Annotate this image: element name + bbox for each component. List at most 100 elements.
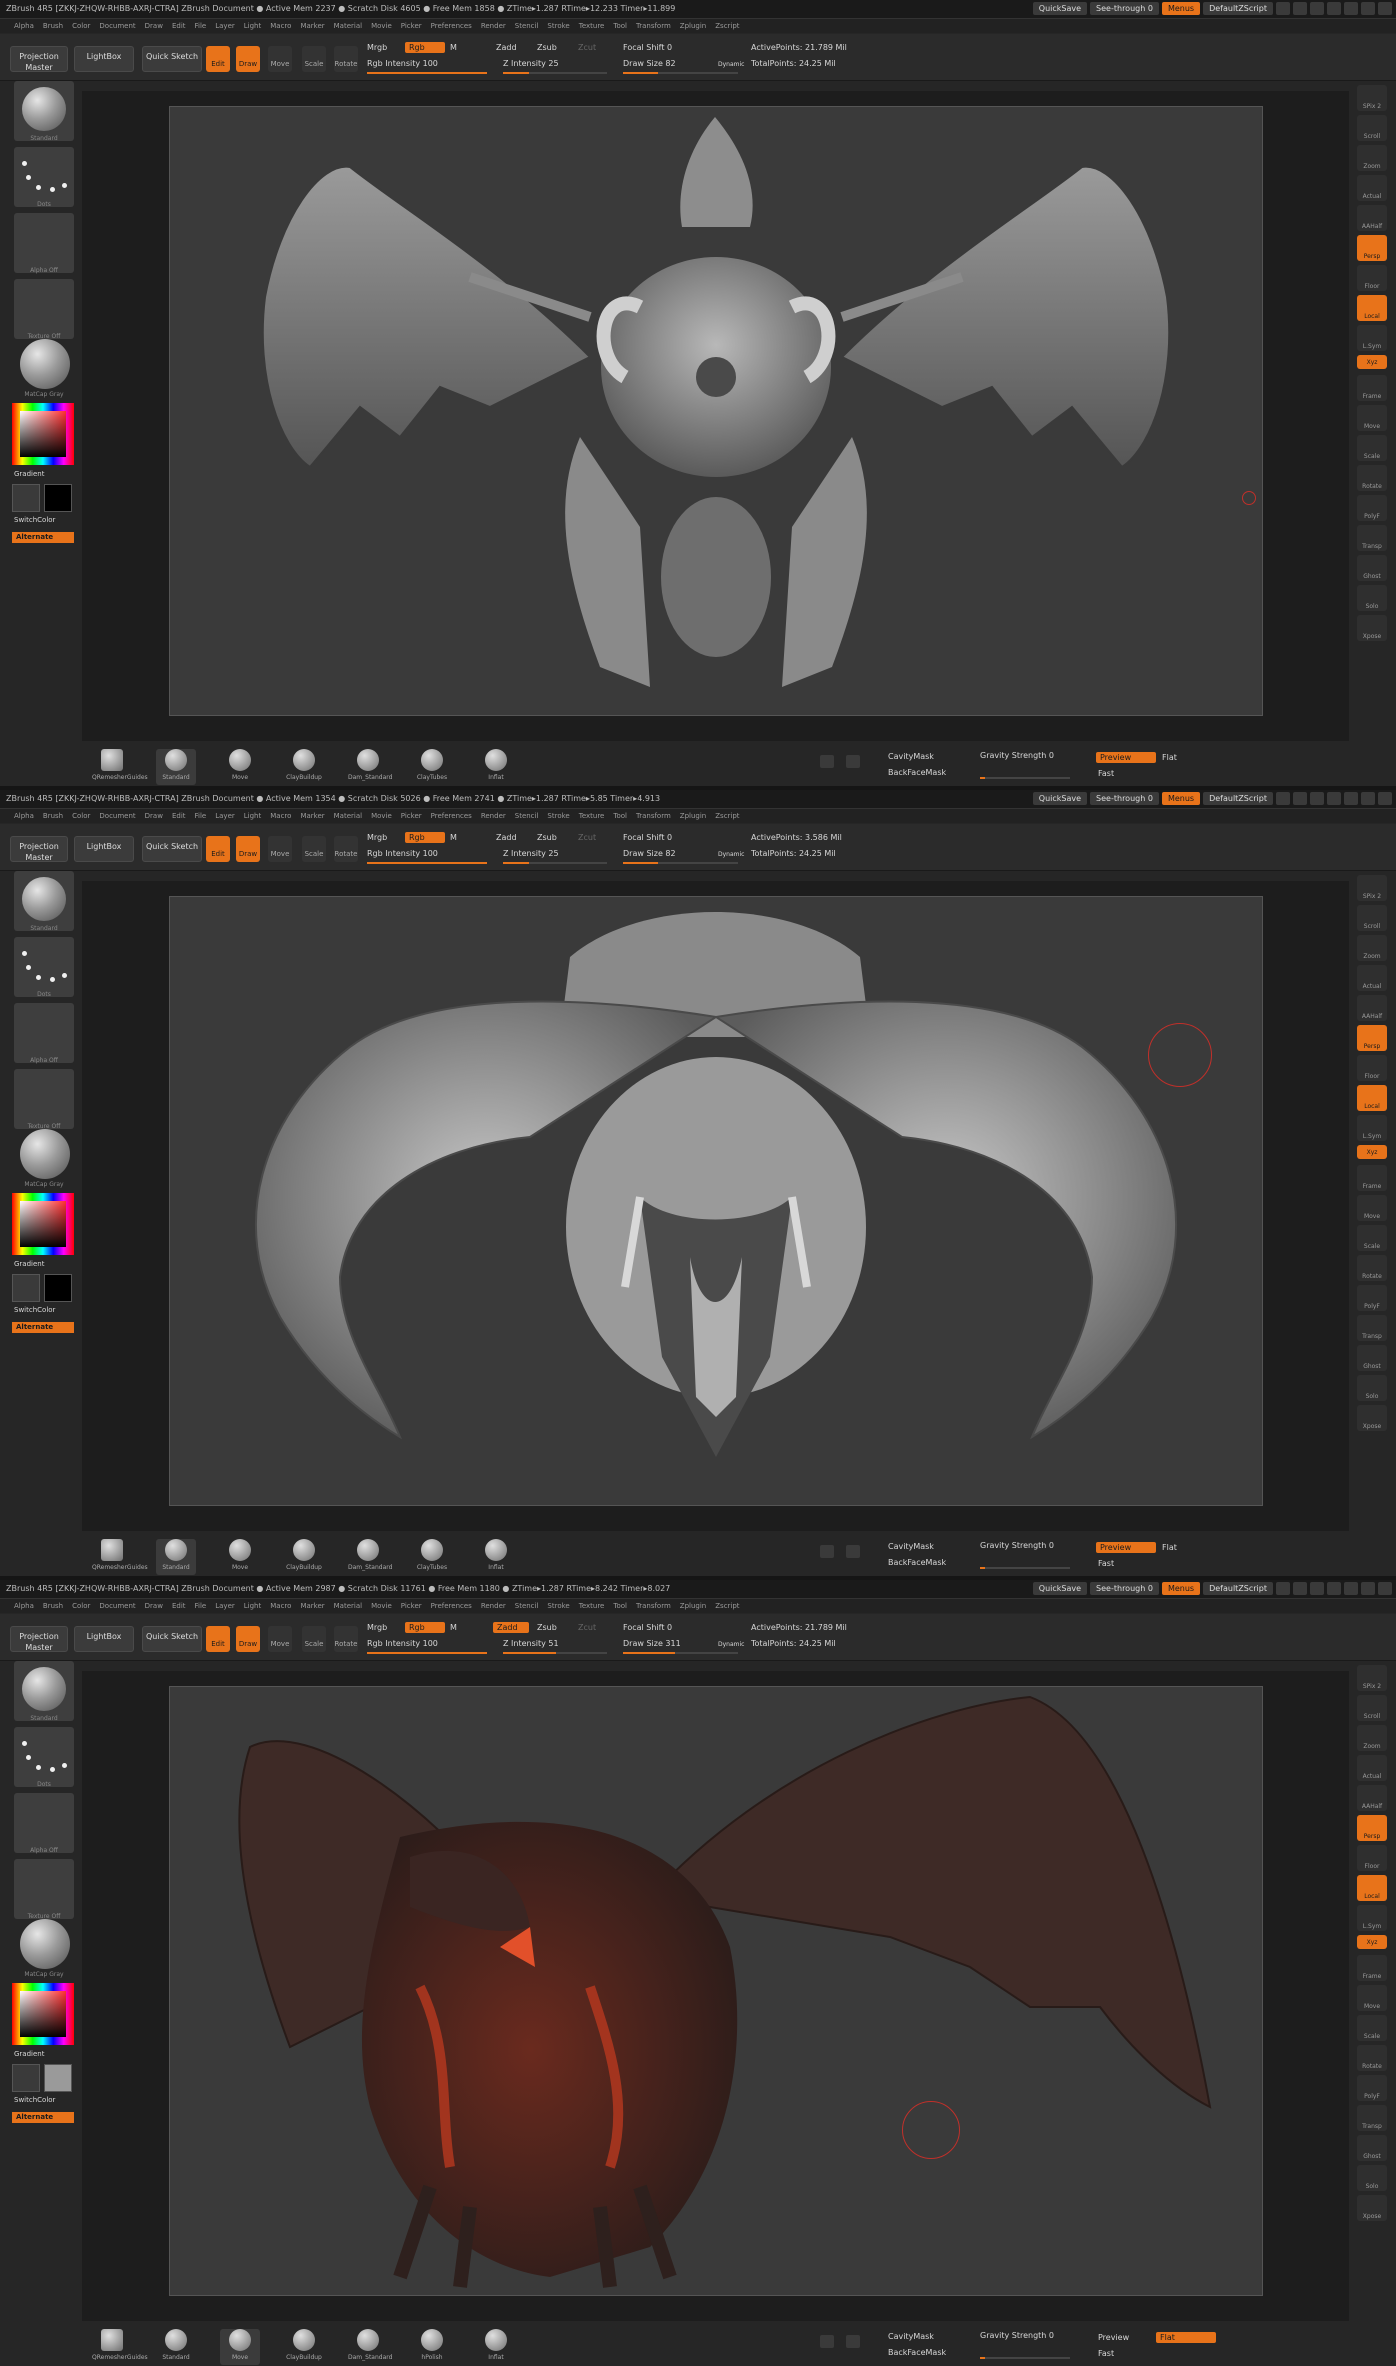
menu-preferences[interactable]: Preferences <box>431 1599 472 1613</box>
brush-inflat[interactable]: Inflat <box>476 1539 516 1575</box>
flat-button[interactable]: Flat <box>1162 753 1177 762</box>
spix-button[interactable]: SPix 2 <box>1357 85 1387 111</box>
preview-button[interactable]: Preview <box>1096 1542 1156 1553</box>
menu-edit[interactable]: Edit <box>172 1599 186 1613</box>
move-view-button[interactable]: Move <box>1357 405 1387 431</box>
menu-document[interactable]: Document <box>99 19 135 33</box>
rgb-intensity-slider[interactable]: Rgb Intensity 100 <box>367 1639 438 1648</box>
menu-draw[interactable]: Draw <box>145 809 163 823</box>
color-picker-field[interactable] <box>20 411 66 457</box>
mrgb-button[interactable]: Mrgb <box>367 833 387 842</box>
see-through-slider[interactable]: See-through 0 <box>1090 2 1159 15</box>
brush-hpolish[interactable]: hPolish <box>412 2329 452 2365</box>
persp-button[interactable]: Persp <box>1357 1025 1387 1051</box>
draw-button[interactable]: Draw <box>236 1626 260 1652</box>
color-picker-field[interactable] <box>20 1991 66 2037</box>
flat-button[interactable]: Flat <box>1162 1543 1177 1552</box>
alternate-button[interactable]: Alternate <box>12 2112 74 2123</box>
z-intensity-slider[interactable]: Z Intensity 51 <box>503 1639 559 1648</box>
document-canvas[interactable] <box>170 897 1262 1505</box>
color-picker[interactable] <box>12 1193 74 1255</box>
scale-button[interactable]: Scale <box>302 1626 326 1652</box>
xpose-button[interactable]: Xpose <box>1357 1405 1387 1431</box>
menu-transform[interactable]: Transform <box>636 809 671 823</box>
local-button[interactable]: Local <box>1357 1875 1387 1901</box>
edit-button[interactable]: Edit <box>206 46 230 72</box>
preview-button[interactable]: Preview <box>1098 2333 1129 2342</box>
switchcolor-button[interactable]: SwitchColor <box>14 2096 55 2104</box>
rgb-button[interactable]: Rgb <box>405 832 445 843</box>
menu-zplugin[interactable]: Zplugin <box>680 19 706 33</box>
alternate-button[interactable]: Alternate <box>12 532 74 543</box>
transp-icon[interactable] <box>846 1545 860 1558</box>
draw-size-slider[interactable]: Draw Size 82 <box>623 59 676 68</box>
menu-brush[interactable]: Brush <box>43 809 63 823</box>
help-icon[interactable] <box>1276 1582 1290 1595</box>
stroke-selector[interactable]: Dots <box>14 1727 74 1788</box>
menu-light[interactable]: Light <box>244 19 261 33</box>
quicksave-button[interactable]: QuickSave <box>1032 2 1088 15</box>
rotate-view-button[interactable]: Rotate <box>1357 2045 1387 2071</box>
brush-inflat[interactable]: Inflat <box>476 749 516 785</box>
rgb-button[interactable]: Rgb <box>405 42 445 53</box>
menu-layer[interactable]: Layer <box>215 809 235 823</box>
fast-button[interactable]: Fast <box>1098 2349 1114 2358</box>
draw-button[interactable]: Draw <box>236 46 260 72</box>
brush-move[interactable]: Move <box>220 2329 260 2365</box>
menu-zplugin[interactable]: Zplugin <box>680 809 706 823</box>
lightbox-button[interactable]: LightBox <box>74 46 134 72</box>
rgb-intensity-slider[interactable]: Rgb Intensity 100 <box>367 59 438 68</box>
texture-selector[interactable]: Texture Off <box>14 1859 74 1920</box>
main-color-swatch[interactable] <box>12 484 40 512</box>
menu-render[interactable]: Render <box>481 809 506 823</box>
zoom-button[interactable]: Zoom <box>1357 935 1387 961</box>
brush-qremesherguides[interactable]: QRemesherGuides <box>92 2329 148 2365</box>
help-icon[interactable] <box>1276 2 1290 15</box>
switchcolor-button[interactable]: SwitchColor <box>14 516 55 524</box>
persp-button[interactable]: Persp <box>1357 1815 1387 1841</box>
solo-button[interactable]: Solo <box>1357 2165 1387 2191</box>
menu-alpha[interactable]: Alpha <box>14 1599 34 1613</box>
polyf-button[interactable]: PolyF <box>1357 495 1387 521</box>
menu-transform[interactable]: Transform <box>636 1599 671 1613</box>
menu-render[interactable]: Render <box>481 19 506 33</box>
gradient-button[interactable]: Gradient <box>14 1260 44 1268</box>
zoom-button[interactable]: Zoom <box>1357 1725 1387 1751</box>
menu-file[interactable]: File <box>195 19 207 33</box>
menu-tool[interactable]: Tool <box>613 1599 627 1613</box>
main-color-swatch[interactable] <box>12 1274 40 1302</box>
aahalf-button[interactable]: AAHalf <box>1357 205 1387 231</box>
save-icon[interactable] <box>1327 1582 1341 1595</box>
menu-movie[interactable]: Movie <box>371 19 392 33</box>
menu-marker[interactable]: Marker <box>300 1599 324 1613</box>
close-icon[interactable] <box>1378 1582 1392 1595</box>
brush-dam-standard[interactable]: Dam_Standard <box>348 749 392 785</box>
edit-button[interactable]: Edit <box>206 836 230 862</box>
quick-sketch-button[interactable]: Quick Sketch <box>142 1626 202 1652</box>
gravity-strength-slider[interactable]: Gravity Strength 0 <box>980 751 1054 760</box>
gravity-strength-slider[interactable]: Gravity Strength 0 <box>980 1541 1054 1550</box>
cavitymask-button[interactable]: CavityMask <box>888 2332 934 2341</box>
brush-claybuildup[interactable]: ClayBuildup <box>284 749 324 785</box>
menu-marker[interactable]: Marker <box>300 809 324 823</box>
zadd-button[interactable]: Zadd <box>493 1622 529 1633</box>
default-zscript-button[interactable]: DefaultZScript <box>1203 1582 1273 1595</box>
quick-sketch-button[interactable]: Quick Sketch <box>142 836 202 862</box>
m-button[interactable]: M <box>450 43 457 52</box>
texture-selector[interactable]: Texture Off <box>14 279 74 340</box>
brush-claybuildup[interactable]: ClayBuildup <box>284 1539 324 1575</box>
menu-tool[interactable]: Tool <box>613 809 627 823</box>
menu-alpha[interactable]: Alpha <box>14 809 34 823</box>
menu-light[interactable]: Light <box>244 1599 261 1613</box>
move-button[interactable]: Move <box>268 1626 292 1652</box>
brush-qremesherguides[interactable]: QRemesherGuides <box>92 749 148 785</box>
cavitymask-button[interactable]: CavityMask <box>888 1542 934 1551</box>
alpha-selector[interactable]: Alpha Off <box>14 213 74 274</box>
color-picker-field[interactable] <box>20 1201 66 1247</box>
menu-picker[interactable]: Picker <box>401 19 422 33</box>
quicksave-button[interactable]: QuickSave <box>1032 792 1088 805</box>
menu-marker[interactable]: Marker <box>300 19 324 33</box>
ghost-button[interactable]: Ghost <box>1357 555 1387 581</box>
menu-picker[interactable]: Picker <box>401 809 422 823</box>
brush-inflat[interactable]: Inflat <box>476 2329 516 2365</box>
